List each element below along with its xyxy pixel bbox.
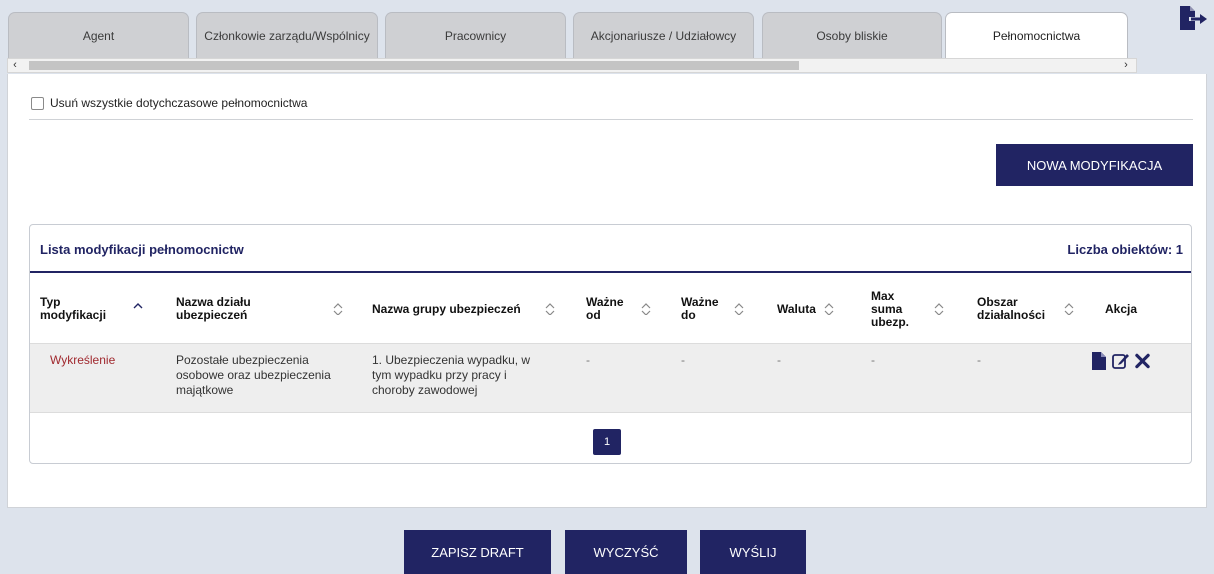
edit-icon[interactable] bbox=[1112, 352, 1130, 370]
scroll-left-icon[interactable]: ‹ bbox=[8, 58, 22, 73]
cell-suma: - bbox=[871, 353, 875, 367]
tab-pracownicy[interactable]: Pracownicy bbox=[385, 12, 566, 58]
cell-dzial: Pozostałe ubezpieczenia osobowe oraz ube… bbox=[176, 353, 331, 397]
tab-pelnomocnictwa[interactable]: Pełnomocnictwa bbox=[945, 12, 1128, 58]
col-obszar[interactable]: Obszar działalności bbox=[977, 277, 1057, 341]
tab-osoby-bliskie[interactable]: Osoby bliskie bbox=[762, 12, 942, 58]
table-row: Wykreślenie Pozostałe ubezpieczenia osob… bbox=[30, 343, 1191, 413]
new-modification-button[interactable]: NOWA MODYFIKACJA bbox=[996, 144, 1193, 186]
cell-typ: Wykreślenie bbox=[50, 353, 116, 367]
tab-label: Pełnomocnictwa bbox=[992, 28, 1081, 43]
sort-icon[interactable] bbox=[332, 303, 344, 315]
modification-list: Lista modyfikacji pełnomocnictw Liczba o… bbox=[29, 224, 1192, 464]
tab-label: Agent bbox=[82, 28, 115, 43]
main-panel: Usuń wszystkie dotychczasowe pełnomocnic… bbox=[7, 74, 1207, 508]
page-button[interactable]: 1 bbox=[593, 429, 621, 455]
sort-icon[interactable] bbox=[132, 303, 144, 315]
clear-button[interactable]: WYCZYŚĆ bbox=[565, 530, 687, 574]
cell-od: - bbox=[586, 353, 590, 367]
object-count: Liczba obiektów: 1 bbox=[1067, 242, 1183, 257]
col-suma[interactable]: Max suma ubezp. bbox=[871, 277, 921, 341]
tab-bar: Agent Członkowie zarządu/Wspólnicy Praco… bbox=[8, 12, 1138, 58]
tab-zarzad[interactable]: Członkowie zarządu/Wspólnicy bbox=[196, 12, 378, 58]
cell-obszar: - bbox=[977, 353, 981, 367]
sort-icon[interactable] bbox=[933, 303, 945, 315]
col-do[interactable]: Ważne do bbox=[681, 277, 721, 341]
col-waluta[interactable]: Waluta bbox=[777, 277, 827, 341]
tab-akcjonariusze[interactable]: Akcjonariusze / Udziałowcy bbox=[573, 12, 754, 58]
col-od[interactable]: Ważne od bbox=[586, 277, 626, 341]
sort-icon[interactable] bbox=[733, 303, 745, 315]
close-icon[interactable] bbox=[1135, 352, 1150, 370]
col-akcja: Akcja bbox=[1105, 301, 1138, 316]
sort-icon[interactable] bbox=[544, 303, 556, 315]
cell-waluta: - bbox=[777, 353, 781, 367]
col-typ[interactable]: Typ modyfikacji bbox=[40, 277, 110, 341]
tab-label: Akcjonariusze / Udziałowcy bbox=[590, 28, 737, 43]
list-title: Lista modyfikacji pełnomocnictw bbox=[40, 242, 244, 257]
tab-label: Osoby bliskie bbox=[816, 28, 888, 43]
scroll-right-icon[interactable]: › bbox=[1119, 58, 1133, 73]
cell-do: - bbox=[681, 353, 685, 367]
tab-label: Członkowie zarządu/Wspólnicy bbox=[204, 28, 370, 43]
remove-all-label[interactable]: Usuń wszystkie dotychczasowe pełnomocnic… bbox=[50, 96, 307, 110]
logout-icon[interactable] bbox=[1178, 6, 1208, 32]
sort-icon[interactable] bbox=[1063, 303, 1075, 315]
save-draft-button[interactable]: ZAPISZ DRAFT bbox=[404, 530, 551, 574]
cell-grupa: 1. Ubezpieczenia wypadku, w tym wypadku … bbox=[372, 353, 531, 397]
file-icon[interactable] bbox=[1091, 352, 1107, 370]
divider bbox=[29, 119, 1193, 120]
tab-agent[interactable]: Agent bbox=[8, 12, 189, 58]
header-line bbox=[30, 271, 1191, 273]
scroll-thumb[interactable] bbox=[29, 61, 799, 70]
col-grupa[interactable]: Nazwa grupy ubezpieczeń bbox=[372, 277, 542, 341]
tabs-scrollbar[interactable]: ‹ › bbox=[7, 58, 1137, 73]
remove-all-checkbox[interactable] bbox=[31, 96, 44, 110]
sort-icon[interactable] bbox=[640, 303, 652, 315]
remove-all-row: Usuń wszystkie dotychczasowe pełnomocnic… bbox=[31, 96, 307, 110]
row-actions bbox=[1091, 352, 1150, 370]
tab-label: Pracownicy bbox=[444, 28, 507, 43]
sort-icon[interactable] bbox=[823, 303, 835, 315]
col-dzial[interactable]: Nazwa działu ubezpieczeń bbox=[176, 277, 276, 341]
send-button[interactable]: WYŚLIJ bbox=[700, 530, 806, 574]
